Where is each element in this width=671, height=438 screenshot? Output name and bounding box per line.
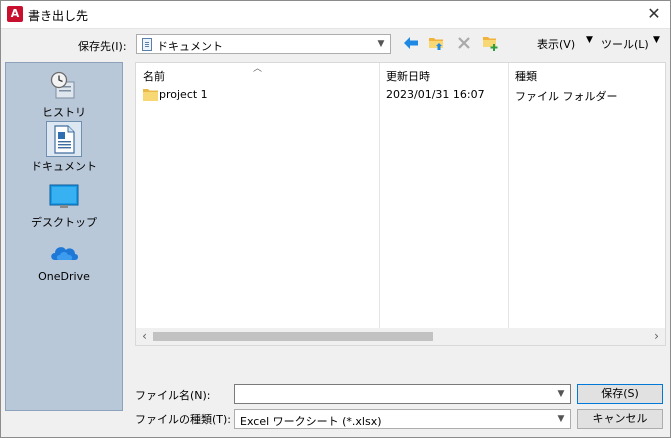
up-folder-button[interactable] [428, 34, 446, 52]
app-icon: A [7, 6, 23, 22]
dialog-title: 書き出し先 [28, 9, 89, 23]
file-row[interactable]: project 1 2023/01/31 16:07 ファイル フォルダー [136, 85, 665, 105]
chevron-down-icon[interactable]: ▼ [374, 37, 388, 51]
save-dialog: A 書き出し先 ✕ 保存先(I): ドキュメント ▼ 表示(V) ▼ ツール(L… [0, 0, 671, 438]
delete-button[interactable] [455, 34, 473, 52]
column-header-type[interactable]: 種類 [515, 68, 537, 84]
column-header-name-label: 名前 [143, 70, 165, 83]
save-in-label: 保存先(I): [78, 40, 127, 53]
documents-icon [142, 38, 152, 51]
new-folder-icon [483, 37, 498, 51]
place-history[interactable]: ヒストリ [6, 67, 122, 119]
history-icon [50, 71, 75, 99]
close-icon: ✕ [647, 4, 661, 23]
scrollbar-thumb[interactable] [153, 332, 433, 341]
places-bar: ヒストリ ドキュメント デスクトップ OneDrive [5, 62, 123, 411]
tools-menu-arrow-icon[interactable]: ▼ [653, 35, 660, 45]
file-type: ファイル フォルダー [515, 90, 618, 103]
close-button[interactable]: ✕ [638, 1, 670, 28]
onedrive-icon [51, 247, 78, 260]
place-documents-label: ドキュメント [31, 160, 97, 173]
cancel-button[interactable]: キャンセル [577, 409, 663, 429]
filetype-value: Excel ワークシート (*.xlsx) [240, 415, 382, 428]
back-button[interactable] [402, 34, 420, 52]
column-header-date[interactable]: 更新日時 [386, 68, 430, 84]
title-bar: A 書き出し先 ✕ [1, 1, 670, 29]
up-folder-icon [429, 38, 443, 50]
filetype-label: ファイルの種類(T): [135, 413, 232, 426]
place-desktop[interactable]: デスクトップ [6, 177, 122, 229]
tools-menu[interactable]: ツール(L) [601, 36, 649, 52]
delete-icon [458, 37, 470, 49]
desktop-icon [49, 184, 79, 208]
place-onedrive[interactable]: OneDrive [6, 233, 122, 285]
chevron-down-icon[interactable]: ▼ [554, 412, 568, 426]
back-arrow-icon [404, 37, 418, 49]
filename-label: ファイル名(N): [135, 389, 211, 402]
scroll-left-icon[interactable]: ‹ [136, 328, 153, 345]
filetype-dropdown[interactable]: Excel ワークシート (*.xlsx) ▼ [234, 409, 571, 429]
sort-ascending-icon: ︿ [253, 64, 263, 74]
column-header-name[interactable]: 名前 [143, 68, 165, 84]
documents-icon [46, 121, 82, 157]
view-menu[interactable]: 表示(V) [537, 36, 575, 52]
filename-input[interactable]: ▼ [234, 384, 571, 404]
place-desktop-label: デスクトップ [31, 216, 97, 229]
place-documents[interactable]: ドキュメント [6, 121, 122, 173]
file-name: project 1 [159, 88, 208, 101]
place-history-label: ヒストリ [42, 106, 86, 119]
file-date: 2023/01/31 16:07 [386, 88, 485, 101]
save-in-dropdown[interactable]: ドキュメント ▼ [136, 34, 391, 54]
new-folder-button[interactable] [482, 34, 500, 52]
file-list[interactable]: 名前 ︿ 更新日時 種類 project 1 2023/01/31 16:07 … [135, 62, 666, 346]
place-onedrive-label: OneDrive [38, 270, 90, 283]
chevron-down-icon[interactable]: ▼ [554, 387, 568, 401]
column-header-date-label: 更新日時 [386, 70, 430, 83]
horizontal-scrollbar[interactable]: ‹ › [136, 328, 665, 345]
save-in-value: ドキュメント [157, 40, 223, 53]
scroll-right-icon[interactable]: › [648, 328, 665, 345]
column-header-type-label: 種類 [515, 70, 537, 83]
save-button[interactable]: 保存(S) [577, 384, 663, 404]
view-menu-arrow-icon[interactable]: ▼ [586, 35, 593, 45]
folder-icon [143, 89, 158, 101]
